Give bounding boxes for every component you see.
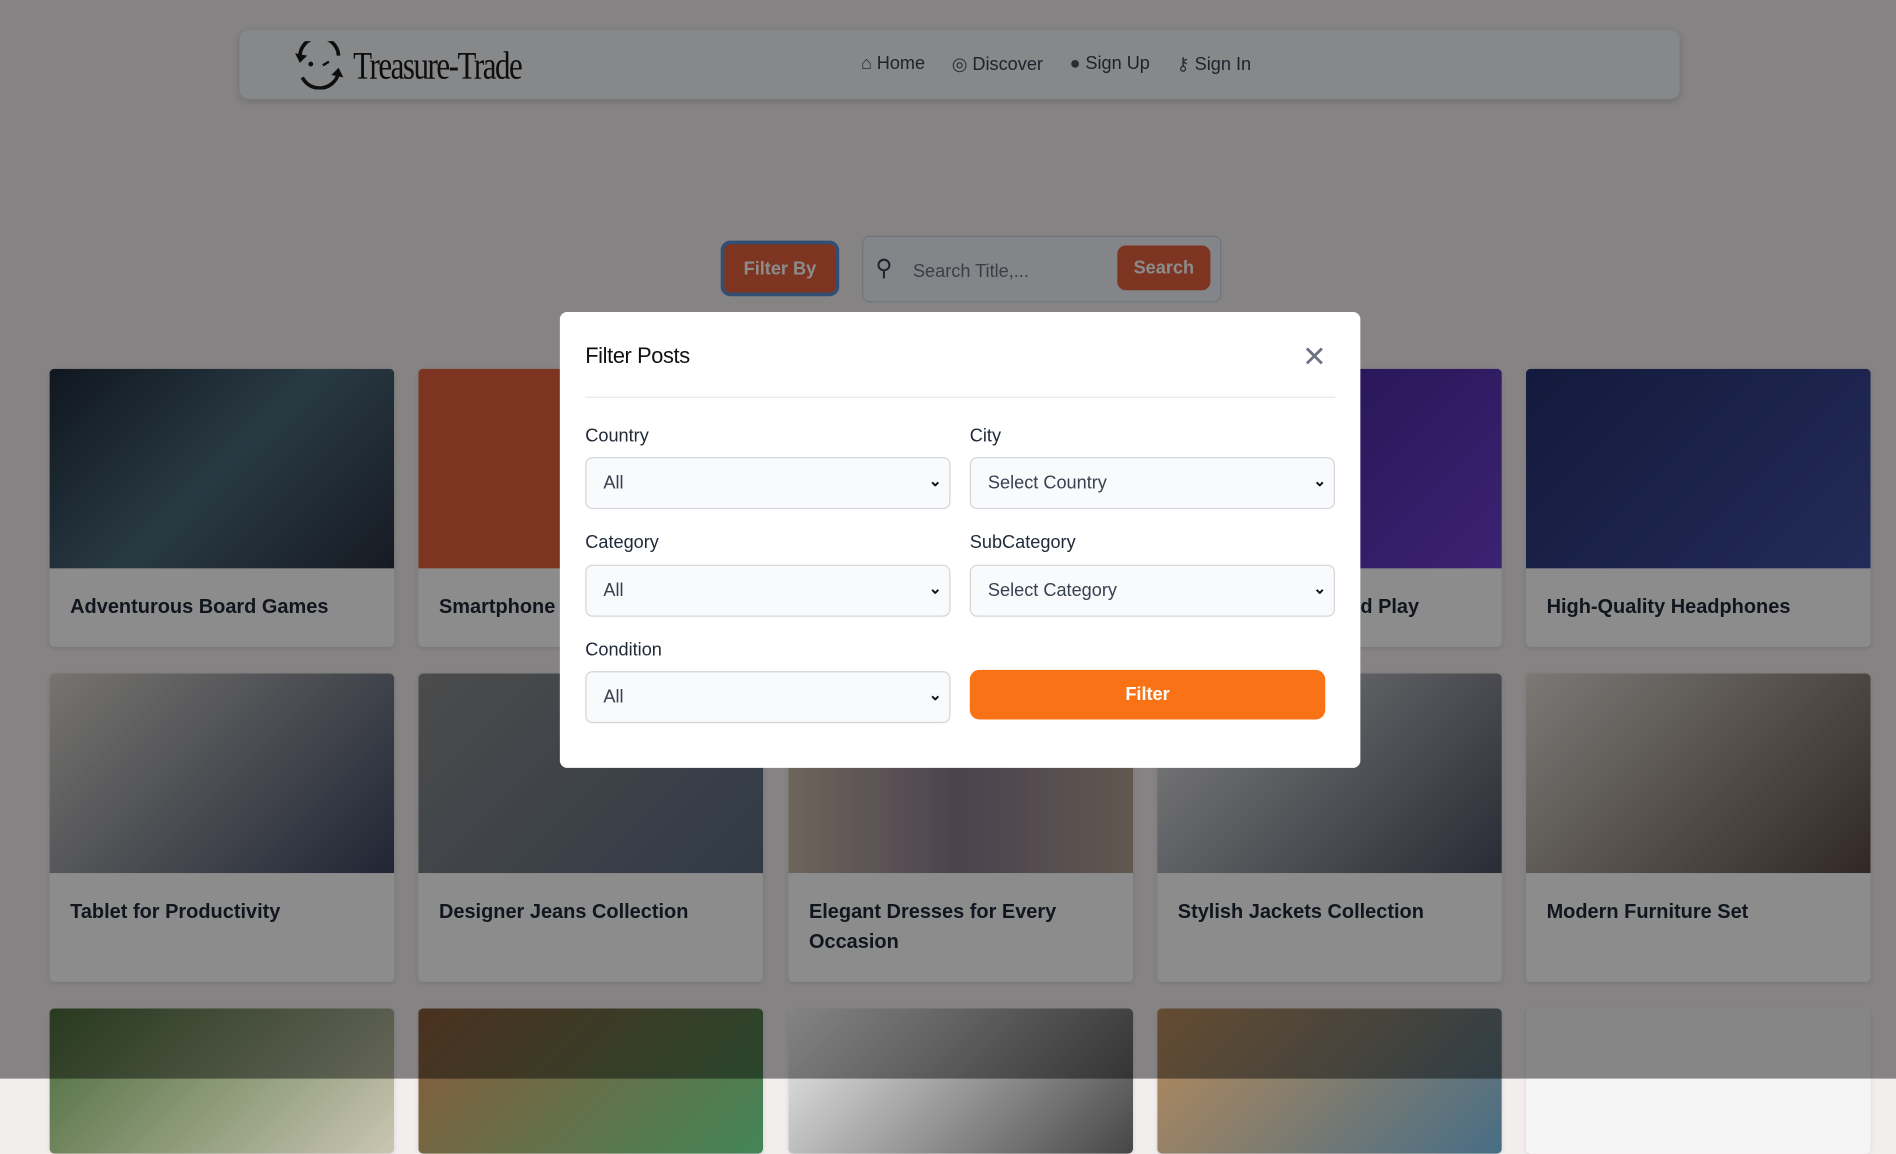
country-select[interactable]: All ⌄ [585, 457, 951, 510]
city-label: City [969, 425, 1002, 447]
divider [585, 396, 1335, 398]
country-label: Country [585, 425, 649, 447]
subcategory-select[interactable]: Select Category ⌄ [969, 564, 1335, 617]
close-icon[interactable]: ✕ [1302, 340, 1326, 375]
chevron-down-icon: ⌄ [928, 685, 942, 704]
chevron-down-icon: ⌄ [928, 579, 942, 598]
chevron-down-icon: ⌄ [1313, 471, 1327, 490]
filter-submit-button[interactable]: Filter [969, 669, 1326, 720]
city-select[interactable]: Select Country ⌄ [969, 457, 1335, 510]
subcategory-label: SubCategory [969, 532, 1076, 553]
chevron-down-icon: ⌄ [928, 471, 942, 490]
modal-title: Filter Posts [585, 343, 690, 368]
condition-select[interactable]: All ⌄ [585, 671, 951, 724]
category-label: Category [585, 532, 659, 553]
chevron-down-icon: ⌄ [1313, 579, 1327, 598]
filter-modal: Filter Posts ✕ Country All ⌄ City Select … [559, 311, 1361, 768]
category-select[interactable]: All ⌄ [585, 564, 951, 617]
condition-label: Condition [585, 639, 662, 661]
